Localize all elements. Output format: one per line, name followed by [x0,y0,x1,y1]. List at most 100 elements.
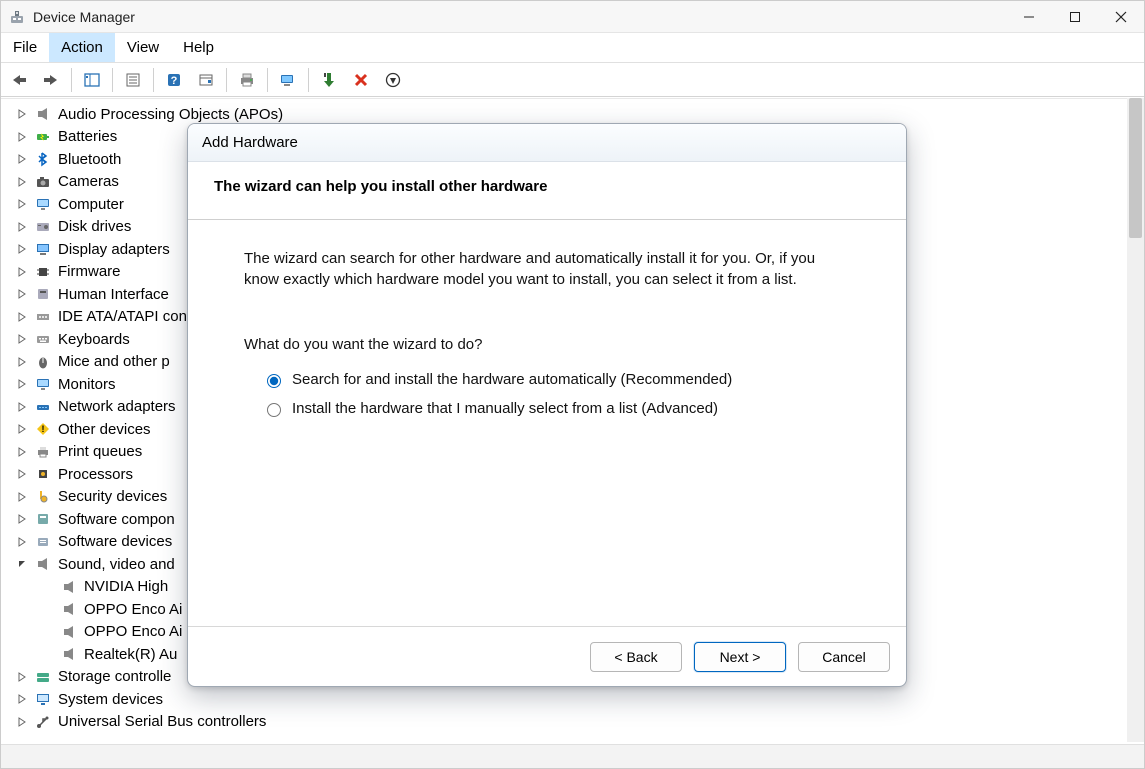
action-button[interactable] [191,66,221,94]
expand-icon[interactable] [17,132,31,142]
radio-option-auto[interactable]: Search for and install the hardware auto… [262,369,850,390]
tree-node-label: Security devices [58,488,167,505]
add-driver-button[interactable] [314,66,344,94]
menu-help[interactable]: Help [171,33,226,62]
menu-file[interactable]: File [1,33,49,62]
tree-node[interactable]: Universal Serial Bus controllers [17,711,1144,734]
tree-node-label: Batteries [58,128,117,145]
expand-icon[interactable] [17,177,31,187]
expand-icon[interactable] [17,267,31,277]
uninstall-button[interactable] [346,66,376,94]
tree-node-label: Display adapters [58,241,170,258]
swdev-icon [34,533,52,551]
update-driver-button[interactable] [378,66,408,94]
expand-icon[interactable] [17,289,31,299]
expand-icon[interactable] [17,514,31,524]
usb-icon [34,713,52,731]
tree-node-label: Firmware [58,263,121,280]
print-button[interactable] [232,66,262,94]
toolbar: ? [1,63,1144,97]
tree-node[interactable]: System devices [17,688,1144,711]
maximize-button[interactable] [1052,1,1098,33]
tree-node-label: Print queues [58,443,142,460]
expand-icon[interactable] [17,334,31,344]
tree-node-label: Audio Processing Objects (APOs) [58,106,283,123]
dialog-description: The wizard can search for other hardware… [244,248,850,290]
tree-node-label: Keyboards [58,331,130,348]
add-hardware-dialog: Add Hardware The wizard can help you ins… [187,123,907,687]
tree-node-label: Software devices [58,533,172,550]
back-button[interactable]: < Back [590,642,682,672]
expand-icon[interactable] [17,717,31,727]
expand-icon[interactable] [17,379,31,389]
cancel-button[interactable]: Cancel [798,642,890,672]
menu-bar: File Action View Help [1,33,1144,63]
vertical-scrollbar[interactable] [1127,98,1144,742]
dialog-body: The wizard can search for other hardware… [188,220,906,419]
battery-icon [34,128,52,146]
expand-icon[interactable] [17,447,31,457]
speaker-icon [60,600,78,618]
radio-manual-label: Install the hardware that I manually sel… [292,398,718,419]
dialog-prompt: What do you want the wizard to do? [244,334,850,355]
expand-icon[interactable] [17,154,31,164]
radio-auto-input[interactable] [267,374,281,388]
nav-back-button[interactable] [4,66,34,94]
tree-node-label: Computer [58,196,124,213]
expand-icon[interactable] [17,537,31,547]
collapse-icon[interactable] [17,559,31,569]
dialog-heading: The wizard can help you install other ha… [214,178,880,195]
expand-icon[interactable] [17,312,31,322]
tree-node-label: Universal Serial Bus controllers [58,713,266,730]
next-button[interactable]: Next > [694,642,786,672]
menu-action[interactable]: Action [49,33,115,62]
menu-view[interactable]: View [115,33,171,62]
tree-node-label: Processors [58,466,133,483]
chip-icon [34,263,52,281]
status-bar [1,744,1144,768]
dialog-title: Add Hardware [188,124,906,162]
radio-option-manual[interactable]: Install the hardware that I manually sel… [262,398,850,419]
tree-node-label: IDE ATA/ATAPI con [58,308,187,325]
expand-icon[interactable] [17,672,31,682]
swcomp-icon [34,510,52,528]
expand-icon[interactable] [17,402,31,412]
help-button[interactable]: ? [159,66,189,94]
expand-icon[interactable] [17,244,31,254]
hid-icon [34,285,52,303]
expand-icon[interactable] [17,357,31,367]
svg-text:!: ! [42,424,45,434]
expand-icon[interactable] [17,222,31,232]
other-icon: ! [34,420,52,438]
expand-icon[interactable] [17,424,31,434]
system-icon [34,690,52,708]
app-icon [7,7,27,27]
tree-node-label: Sound, video and [58,556,175,573]
expand-icon[interactable] [17,199,31,209]
expand-icon[interactable] [17,492,31,502]
scan-hardware-button[interactable] [273,66,303,94]
storage-icon [34,668,52,686]
show-hide-tree-button[interactable] [77,66,107,94]
scrollbar-thumb[interactable] [1129,98,1142,238]
expand-icon[interactable] [17,469,31,479]
speaker-icon [60,645,78,663]
close-button[interactable] [1098,1,1144,33]
monitor-icon [34,375,52,393]
expand-icon[interactable] [17,694,31,704]
display-icon [34,240,52,258]
tree-node-label: Human Interface [58,286,169,303]
speaker-icon [60,578,78,596]
radio-manual-input[interactable] [267,403,281,417]
tree-node-label: Realtek(R) Au [84,646,177,663]
tree-node-label: Storage controlle [58,668,171,685]
tree-node-label: Cameras [58,173,119,190]
nav-forward-button[interactable] [36,66,66,94]
mouse-icon [34,353,52,371]
minimize-button[interactable] [1006,1,1052,33]
window-title: Device Manager [33,9,135,25]
properties-button[interactable] [118,66,148,94]
speaker-icon [60,623,78,641]
expand-icon[interactable] [17,109,31,119]
keyboard-icon [34,330,52,348]
